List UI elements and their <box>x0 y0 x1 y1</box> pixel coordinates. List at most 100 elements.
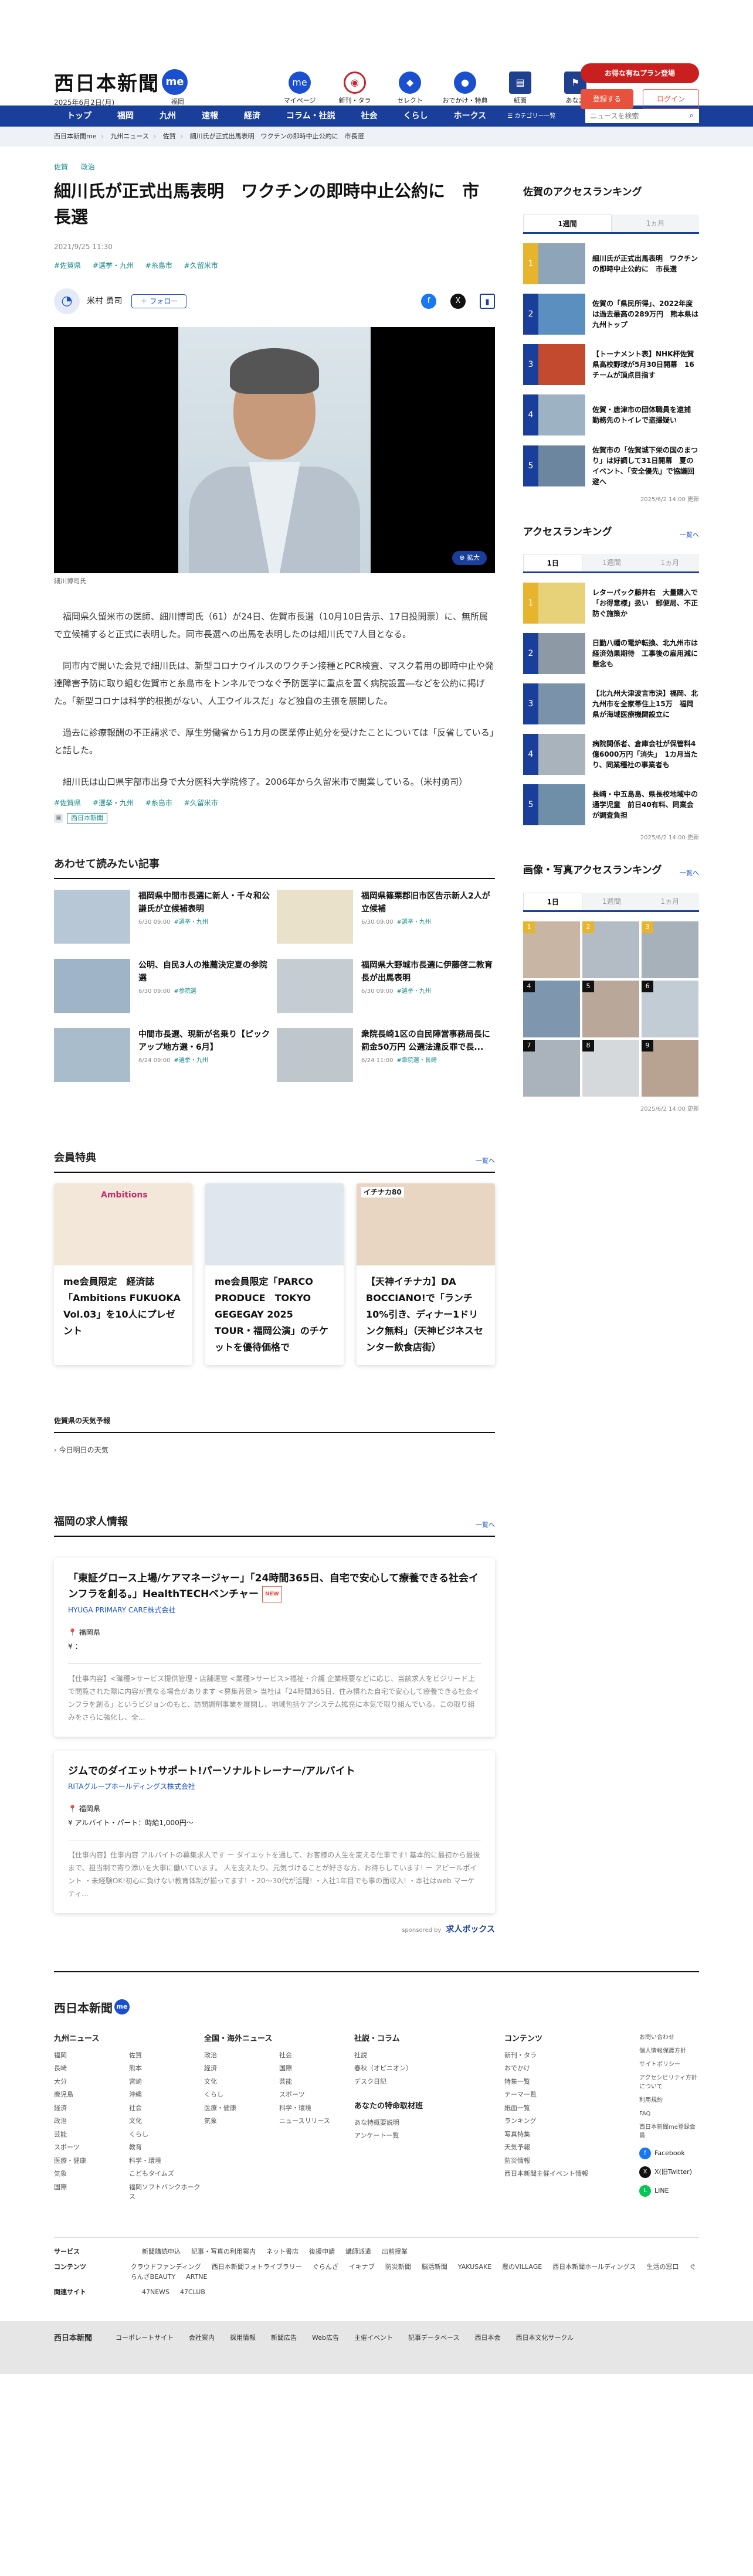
footer-link[interactable]: 記事・写真の利用案内 <box>191 2248 256 2255</box>
footer-link[interactable]: 経済 <box>54 2104 129 2114</box>
footer-bottom-link[interactable]: 西日本会 <box>474 2334 500 2342</box>
footer-link[interactable]: 西日本新聞me登録会員 <box>639 2123 698 2141</box>
top-tag-seiji[interactable]: 政治 <box>81 163 95 171</box>
breadcrumb-saga[interactable]: 佐賀 <box>163 132 176 140</box>
footer-link[interactable]: 国際 <box>54 2183 129 2202</box>
footer-link[interactable]: 佐賀 <box>129 2051 204 2061</box>
footer-link[interactable]: 社会 <box>129 2104 204 2114</box>
top-tag-saga[interactable]: 佐賀 <box>54 163 68 171</box>
footer-link[interactable]: FAQ <box>639 2109 698 2118</box>
footer-link[interactable]: 政治 <box>54 2116 129 2126</box>
footer-link[interactable]: 出前授業 <box>382 2248 408 2255</box>
member-card[interactable]: イチナカ80 【天神イチナカ】DA BOCCIANO!で「ランチ10%引き、ディナ… <box>357 1183 495 1365</box>
footer-link[interactable]: 政治 <box>204 2051 279 2061</box>
member-card[interactable]: Ambitions me会員限定 経済誌「Ambitions FUKUOKA Vo… <box>54 1183 192 1365</box>
footer-bottom-link[interactable]: 会社案内 <box>189 2334 215 2342</box>
related-item[interactable]: 福岡県中間市長選に新人・千々和公謙氏が立候補表明 6/30 09:00 #選挙・九州 <box>54 890 272 944</box>
nav-item-kyushu[interactable]: 九州 <box>147 106 189 127</box>
category-list-button[interactable]: ☰ カテゴリー一覧 <box>507 112 555 121</box>
tab-1week[interactable]: 1週間 <box>582 554 641 571</box>
photo-tile[interactable]: 4 <box>523 980 580 1037</box>
footer-link[interactable]: 特集一覧 <box>504 2077 639 2087</box>
footer-link[interactable]: スポーツ <box>279 2090 354 2100</box>
footer-link[interactable]: 新刊・タラ <box>504 2051 639 2061</box>
footer-link[interactable]: 宮崎 <box>129 2077 204 2087</box>
footer-link[interactable]: 47NEWS <box>142 2288 169 2296</box>
footer-link[interactable]: あな特概要説明 <box>354 2118 504 2128</box>
tag-senkyo[interactable]: #選挙・九州 <box>93 799 134 807</box>
footer-link[interactable]: 経済 <box>204 2064 279 2074</box>
promo-plan-button[interactable]: お得な有ねプラン登場 <box>581 63 699 83</box>
footer-link[interactable]: 気象 <box>204 2116 279 2126</box>
footer-link[interactable]: アクセシビリティ方針について <box>639 2074 698 2091</box>
footer-link[interactable]: 農のVILLAGE <box>502 2263 542 2271</box>
related-item[interactable]: 衆院長崎1区の自民陣営事務局長に罰金50万円 公選法違反罪で長... 6/24 1… <box>277 1028 495 1082</box>
footer-link[interactable]: スポーツ <box>54 2143 129 2153</box>
search-icon[interactable]: ⌕ <box>684 109 699 123</box>
tag-kurume[interactable]: #久留米市 <box>184 799 218 807</box>
footer-link[interactable]: くらし <box>129 2130 204 2140</box>
tag-saga[interactable]: #佐賀県 <box>54 261 81 270</box>
footer-link[interactable]: 文化 <box>204 2077 279 2087</box>
footer-link[interactable]: こどもタイムズ <box>129 2169 204 2179</box>
footer-link[interactable]: 社会 <box>279 2051 354 2061</box>
nav-item-kurashi[interactable]: くらし <box>391 106 441 127</box>
tab-1day[interactable]: 1日 <box>523 554 583 571</box>
tab-1month[interactable]: 1ヵ月 <box>640 892 699 910</box>
footer-link[interactable]: 芸能 <box>279 2077 354 2087</box>
footer-link[interactable]: YAKUSAKE <box>458 2263 491 2271</box>
footer-link[interactable]: 防災情報 <box>504 2156 639 2166</box>
tag-itoshima[interactable]: #糸島市 <box>145 261 172 270</box>
footer-bottom-link[interactable]: Web広告 <box>312 2334 339 2342</box>
footer-link[interactable]: 長崎 <box>54 2064 129 2074</box>
footer-link[interactable]: お問い合わせ <box>639 2033 698 2042</box>
footer-link[interactable]: 脳活新聞 <box>422 2263 447 2271</box>
footer-bottom-link[interactable]: 新聞広告 <box>271 2334 297 2342</box>
footer-link[interactable]: 47CLUB <box>180 2288 205 2296</box>
footer-link[interactable]: 天気予報 <box>504 2143 639 2153</box>
jobs-more-link[interactable]: 一覧へ <box>476 1520 495 1530</box>
footer-bottom-link[interactable]: 主催イベント <box>354 2334 393 2342</box>
footer-bottom-link[interactable]: 西日本文化サークル <box>515 2334 574 2342</box>
footer-link[interactable]: ニュースリリース <box>279 2116 354 2126</box>
tab-1month[interactable]: 1ヵ月 <box>612 214 699 232</box>
footer-link[interactable]: 西日本新聞ホールディングス <box>552 2263 636 2271</box>
breadcrumb-kyushu[interactable]: 九州ニュース <box>110 132 148 140</box>
footer-link[interactable]: 医療・健康 <box>204 2104 279 2114</box>
tab-1week[interactable]: 1週間 <box>523 214 612 232</box>
article-photo[interactable]: ⊕ 拡大 <box>54 327 495 573</box>
ranking-item[interactable]: 4 病院関係者、倉庫会社が保管料4億6000万円「消失」 1カ月当たり、同業種社の… <box>523 734 699 775</box>
photo-tile[interactable]: 5 <box>582 980 639 1037</box>
photo-tile[interactable]: 8 <box>582 1039 639 1097</box>
footer-link[interactable]: 講師派遣 <box>345 2248 371 2255</box>
nav-item-shakai[interactable]: 社会 <box>348 106 391 127</box>
weather-sub[interactable]: › 今日明日の天気 <box>54 1445 495 1455</box>
ranking-item[interactable]: 5 長崎・中五島島、県長校地域中の通学児童 前日40有料、同業会が調査負担 <box>523 784 699 825</box>
photo-ranking-more[interactable]: 一覧へ <box>680 869 699 879</box>
tag-saga[interactable]: #佐賀県 <box>54 799 81 807</box>
nav-item-keizai[interactable]: 経済 <box>231 106 273 127</box>
ranking-item[interactable]: 1 細川氏が正式出馬表明 ワクチンの即時中止公約に 市長選 <box>523 243 699 284</box>
member-card[interactable]: me会員限定「PARCO PRODUCE TOKYO GEGEGAY 2025 … <box>205 1183 344 1365</box>
footer-link[interactable]: アンケート一覧 <box>354 2131 504 2141</box>
footer-link[interactable]: ネット書店 <box>266 2248 299 2255</box>
related-item[interactable]: 福岡県篠栗郡旧市区告示新人2人が立候補 6/30 09:00 #選挙・九州 <box>277 890 495 944</box>
header-select[interactable]: ◆ セレクト <box>384 72 436 106</box>
footer-link[interactable]: 新聞購読申込 <box>142 2248 181 2255</box>
footer-link[interactable]: おでかけ <box>504 2064 639 2074</box>
footer-link[interactable]: 社説 <box>354 2051 504 2061</box>
footer-link[interactable]: クラウドファンディング <box>131 2263 201 2271</box>
search-input[interactable] <box>585 109 684 123</box>
site-logo[interactable]: 西日本新聞 me <box>54 69 188 99</box>
photo-tile[interactable]: 7 <box>523 1039 580 1097</box>
footer-link[interactable]: 福岡 <box>54 2051 129 2061</box>
job-card[interactable]: ジムでのダイエットサポート!パーソナルトレーナー/アルバイト RITAグループホ… <box>54 1751 495 1913</box>
footer-link[interactable]: 生活の窓口 <box>646 2263 679 2271</box>
tag-itoshima[interactable]: #糸島市 <box>145 799 172 807</box>
related-item[interactable]: 公明、自民3人の推薦決定夏の参院選 6/30 09:00 #参院選 <box>54 959 272 1013</box>
footer-bottom-link[interactable]: コーポレートサイト <box>116 2334 174 2342</box>
related-item[interactable]: 福岡県大野城市長選に伊藤啓二教育長が出馬表明 6/30 09:00 #選挙・九州 <box>277 959 495 1013</box>
ranking-item[interactable]: 4 佐賀・唐津市の団体職員を逮捕 勤務先のトイレで盗撮疑い <box>523 394 699 435</box>
footer-logo[interactable]: 西日本新聞 me <box>54 1999 699 2017</box>
x-icon[interactable]: X <box>450 294 466 309</box>
